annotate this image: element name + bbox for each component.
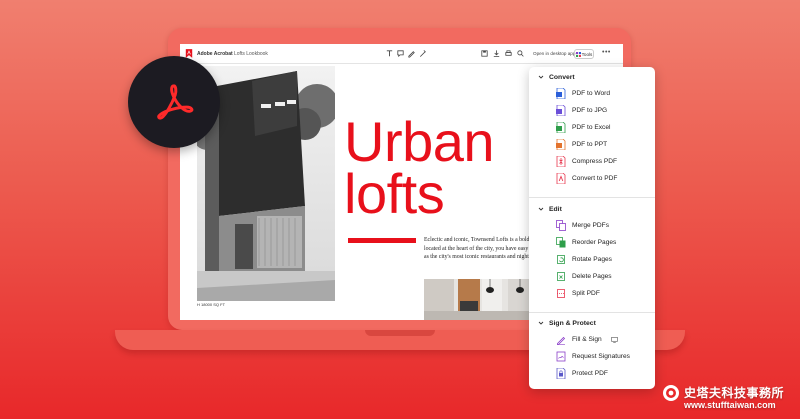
menu-item-label: Fill & Sign bbox=[572, 336, 602, 343]
request-signatures-icon bbox=[556, 351, 566, 362]
convert-section: Convert PDF to Word PDF to JPG PDF to Ex… bbox=[529, 69, 655, 187]
save-icon[interactable] bbox=[480, 49, 489, 58]
menu-item-label: PDF to Excel bbox=[572, 124, 611, 131]
menu-item-split-pdf[interactable]: Split PDF bbox=[529, 285, 655, 302]
text-select-icon[interactable] bbox=[385, 49, 394, 58]
edit-section-header[interactable]: Edit bbox=[529, 201, 655, 217]
tools-menu: Convert PDF to Word PDF to JPG PDF to Ex… bbox=[529, 67, 655, 389]
sign-protect-section-title: Sign & Protect bbox=[549, 319, 596, 327]
menu-item-label: PDF to JPG bbox=[572, 107, 608, 114]
headline-line-1: Urban bbox=[344, 110, 495, 173]
menu-item-pdf-to-excel[interactable]: PDF to Excel bbox=[529, 119, 655, 136]
sign-protect-section: Sign & Protect Fill & Sign Request Signa… bbox=[529, 315, 655, 382]
menu-item-label: PDF to Word bbox=[572, 90, 610, 97]
menu-item-label: PDF to PPT bbox=[572, 141, 608, 148]
compress-icon bbox=[556, 156, 566, 167]
document-name: Lofts Lookbook bbox=[234, 51, 268, 57]
document-body-text: Eclectic and iconic, Townsend Lofts is a… bbox=[424, 237, 531, 260]
app-name: Adobe Acrobat bbox=[197, 51, 233, 57]
search-icon[interactable] bbox=[516, 49, 525, 58]
convert-icon bbox=[556, 173, 566, 184]
menu-divider bbox=[529, 312, 655, 313]
menu-item-label: Request Signatures bbox=[572, 353, 630, 360]
menu-item-request-signatures[interactable]: Request Signatures bbox=[529, 348, 655, 365]
menu-item-label: Merge PDFs bbox=[572, 222, 610, 229]
document-headline: Urban lofts bbox=[344, 110, 495, 225]
chevron-down-icon bbox=[538, 321, 544, 325]
menu-item-label: Reorder Pages bbox=[572, 239, 617, 246]
menu-item-label: Rotate Pages bbox=[572, 256, 612, 263]
menu-item-label: Protect PDF bbox=[572, 370, 608, 377]
laptop-notch bbox=[365, 330, 435, 336]
menu-item-rotate-pages[interactable]: Rotate Pages bbox=[529, 251, 655, 268]
menu-item-label: Split PDF bbox=[572, 290, 600, 297]
stufftaiwan-logo-icon bbox=[663, 385, 679, 401]
reorder-icon bbox=[556, 237, 566, 248]
merge-icon bbox=[556, 220, 566, 231]
photo-caption: H 18000 SQ FT bbox=[197, 302, 226, 307]
fill-sign-icon bbox=[557, 336, 566, 345]
print-icon[interactable] bbox=[504, 49, 513, 58]
menu-item-pdf-to-word[interactable]: PDF to Word bbox=[529, 85, 655, 102]
watermark-title: 史塔夫科技事務所 bbox=[684, 386, 785, 400]
download-icon[interactable] bbox=[492, 49, 501, 58]
menu-item-compress-pdf[interactable]: Compress PDF bbox=[529, 153, 655, 170]
menu-item-label: Convert to PDF bbox=[572, 175, 618, 182]
desktop-icon bbox=[610, 336, 618, 343]
sign-protect-section-header[interactable]: Sign & Protect bbox=[529, 315, 655, 331]
delete-icon bbox=[557, 272, 565, 281]
pen-icon[interactable] bbox=[418, 49, 427, 58]
menu-item-pdf-to-ppt[interactable]: PDF to PPT bbox=[529, 136, 655, 153]
chevron-down-icon bbox=[538, 207, 544, 211]
menu-item-delete-pages[interactable]: Delete Pages bbox=[529, 268, 655, 285]
watermark-url: www.stufftaiwan.com bbox=[684, 400, 776, 410]
convert-section-title: Convert bbox=[549, 73, 575, 81]
menu-item-reorder-pages[interactable]: Reorder Pages bbox=[529, 234, 655, 251]
headline-line-2: lofts bbox=[344, 162, 445, 225]
convert-section-header[interactable]: Convert bbox=[529, 69, 655, 85]
edit-section: Edit Merge PDFs Reorder Pages Rotate Pag… bbox=[529, 201, 655, 302]
chevron-down-icon bbox=[538, 75, 544, 79]
menu-item-convert-to-pdf[interactable]: Convert to PDF bbox=[529, 170, 655, 187]
split-icon bbox=[557, 289, 565, 298]
menu-item-fill-sign[interactable]: Fill & Sign bbox=[529, 331, 655, 348]
acrobat-logo-icon[interactable] bbox=[185, 49, 193, 58]
tools-button[interactable]: Tools bbox=[574, 49, 594, 59]
draw-icon[interactable] bbox=[407, 49, 416, 58]
word-icon bbox=[556, 88, 566, 99]
ppt-icon bbox=[556, 139, 566, 150]
menu-item-protect-pdf[interactable]: Protect PDF bbox=[529, 365, 655, 382]
more-options-icon[interactable]: ••• bbox=[602, 49, 611, 56]
tools-button-label: Tools bbox=[581, 51, 593, 57]
menu-item-label: Delete Pages bbox=[572, 273, 612, 280]
menu-item-label: Compress PDF bbox=[572, 158, 618, 165]
red-rule bbox=[348, 238, 416, 243]
comment-icon[interactable] bbox=[396, 49, 405, 58]
tools-icon bbox=[575, 51, 581, 57]
interior-photo bbox=[424, 279, 534, 320]
excel-icon bbox=[556, 122, 566, 133]
jpg-icon bbox=[556, 105, 566, 116]
protect-icon bbox=[556, 368, 566, 379]
acrobat-symbol-icon bbox=[157, 84, 194, 120]
edit-section-title: Edit bbox=[549, 205, 562, 213]
menu-divider bbox=[529, 197, 655, 198]
acrobat-toolbar: Adobe Acrobat Lofts Lookbook Open in des… bbox=[180, 44, 623, 64]
acrobat-badge bbox=[128, 56, 220, 148]
menu-item-pdf-to-jpg[interactable]: PDF to JPG bbox=[529, 102, 655, 119]
menu-item-merge-pdfs[interactable]: Merge PDFs bbox=[529, 217, 655, 234]
open-desktop-app-link[interactable]: Open in desktop app bbox=[533, 51, 575, 56]
rotate-icon bbox=[557, 255, 565, 264]
